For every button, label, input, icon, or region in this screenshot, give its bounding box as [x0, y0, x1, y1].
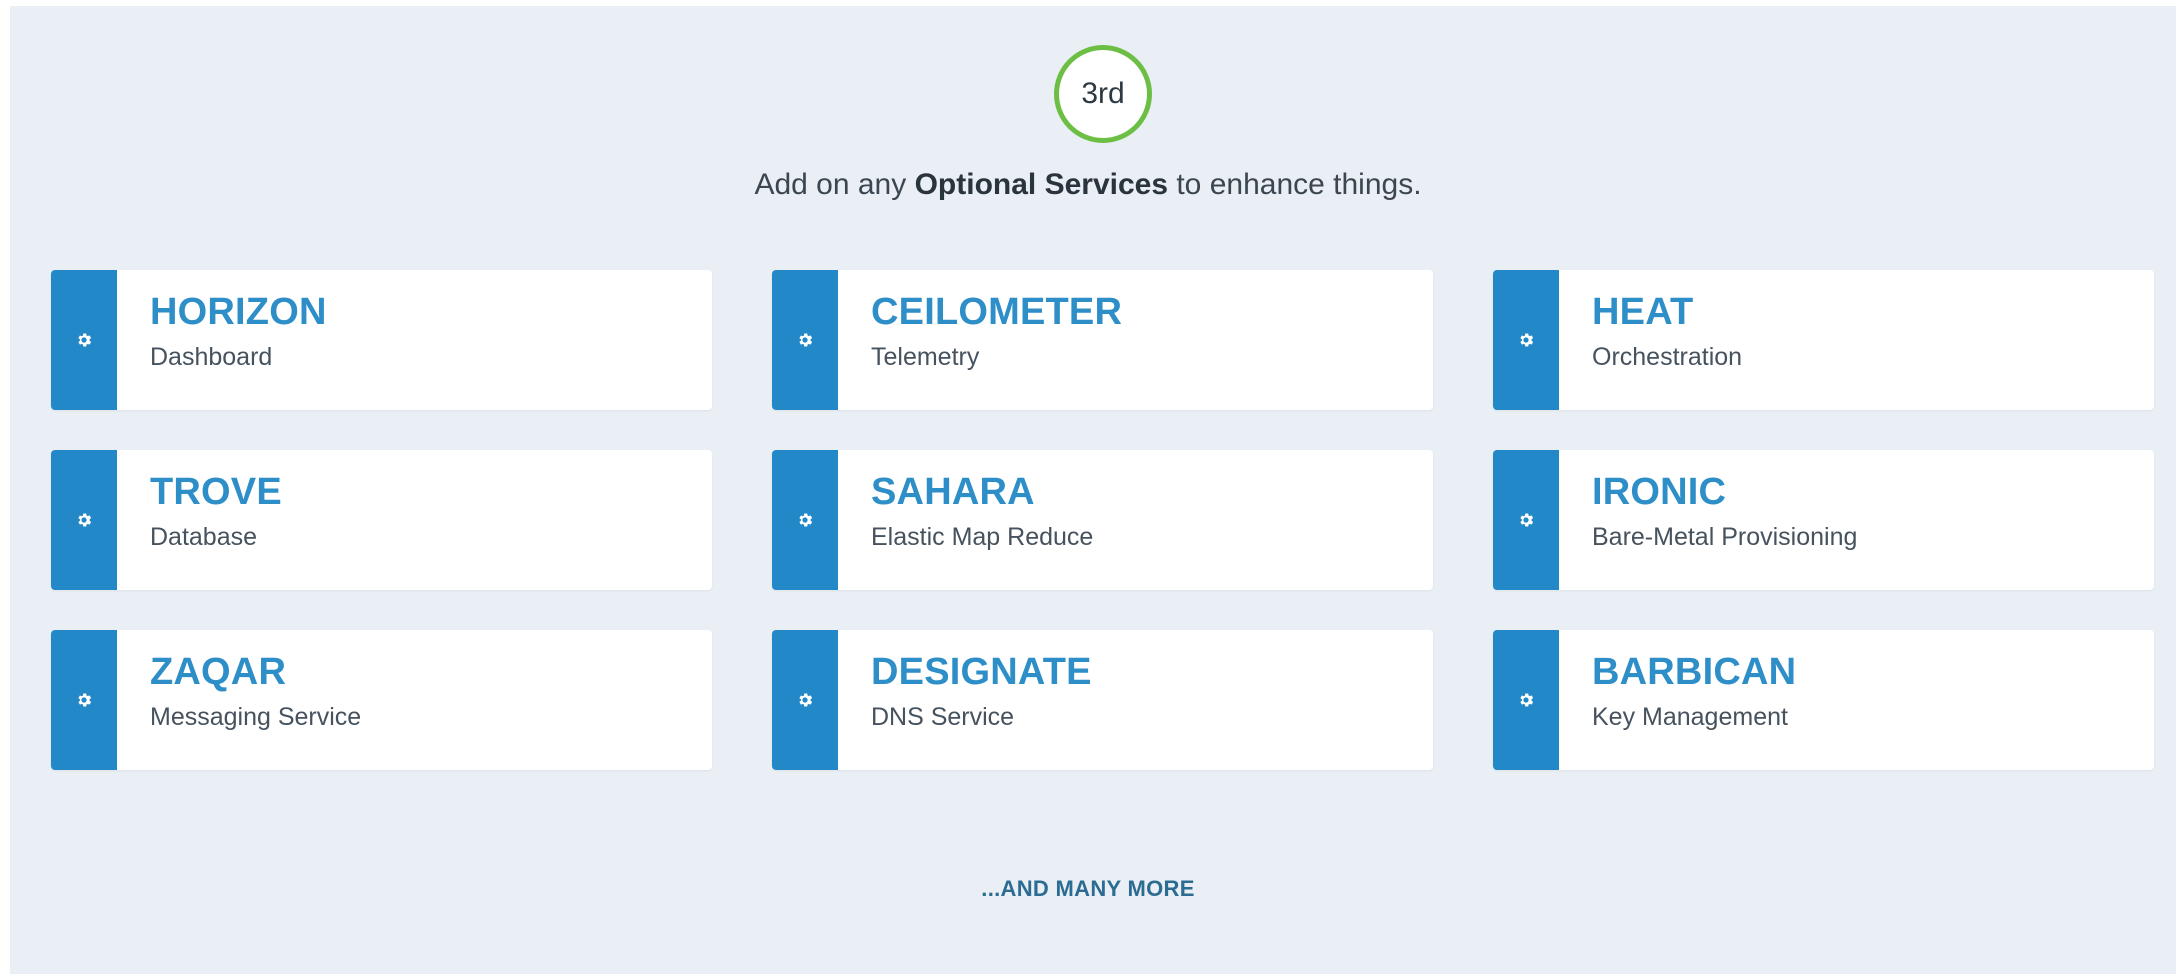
step-badge-label: 3rd [1081, 77, 1125, 110]
card-icon-bar [51, 450, 117, 590]
service-description: Elastic Map Reduce [871, 523, 1094, 551]
service-card-barbican[interactable]: BARBICAN Key Management [1493, 630, 2154, 770]
service-description: Database [150, 523, 258, 551]
card-icon-bar [772, 270, 838, 410]
service-name: SAHARA [871, 471, 1035, 513]
intro-prefix: Add on any [754, 168, 915, 201]
service-card-designate[interactable]: DESIGNATE DNS Service [772, 630, 1433, 770]
services-grid: HORIZON Dashboard CEILOMETER Telemetry H… [51, 270, 2165, 770]
gear-icon [796, 511, 814, 529]
gear-icon [75, 691, 93, 709]
service-name: ZAQAR [150, 651, 287, 693]
service-card-ironic[interactable]: IRONIC Bare-Metal Provisioning [1493, 450, 2154, 590]
card-body: SAHARA Elastic Map Reduce [838, 450, 1093, 590]
service-card-horizon[interactable]: HORIZON Dashboard [51, 270, 712, 410]
service-description: DNS Service [871, 703, 1015, 731]
service-name: BARBICAN [1592, 651, 1797, 693]
intro-text: Add on any Optional Services to enhance … [0, 168, 2176, 202]
gear-icon [75, 511, 93, 529]
step-badge: 3rd [1054, 45, 1152, 143]
card-icon-bar [1493, 270, 1559, 410]
card-icon-bar [51, 270, 117, 410]
service-name: CEILOMETER [871, 291, 1123, 333]
card-body: ZAQAR Messaging Service [117, 630, 361, 770]
gear-icon [796, 331, 814, 349]
gear-icon [1517, 691, 1535, 709]
gear-icon [75, 331, 93, 349]
card-body: CEILOMETER Telemetry [838, 270, 1122, 410]
service-name: TROVE [150, 471, 282, 513]
service-description: Bare-Metal Provisioning [1592, 523, 1858, 551]
intro-suffix: to enhance things. [1168, 168, 1422, 201]
service-description: Orchestration [1592, 343, 1743, 371]
service-description: Messaging Service [150, 703, 362, 731]
service-name: HEAT [1592, 291, 1694, 333]
gear-icon [1517, 511, 1535, 529]
card-icon-bar [51, 630, 117, 770]
card-body: BARBICAN Key Management [1559, 630, 1796, 770]
service-card-trove[interactable]: TROVE Database [51, 450, 712, 590]
service-card-heat[interactable]: HEAT Orchestration [1493, 270, 2154, 410]
card-icon-bar [1493, 630, 1559, 770]
gear-icon [1517, 331, 1535, 349]
gear-icon [796, 691, 814, 709]
service-description: Key Management [1592, 703, 1788, 731]
card-body: HORIZON Dashboard [117, 270, 327, 410]
service-name: HORIZON [150, 291, 327, 333]
intro-emphasis: Optional Services [914, 168, 1169, 201]
service-description: Dashboard [150, 343, 273, 371]
service-card-sahara[interactable]: SAHARA Elastic Map Reduce [772, 450, 1433, 590]
card-body: IRONIC Bare-Metal Provisioning [1559, 450, 1857, 590]
and-many-more-row: ...AND MANY MORE [0, 876, 2176, 902]
card-body: HEAT Orchestration [1559, 270, 1742, 410]
service-card-zaqar[interactable]: ZAQAR Messaging Service [51, 630, 712, 770]
service-name: IRONIC [1592, 471, 1727, 513]
card-icon-bar [1493, 450, 1559, 590]
service-description: Telemetry [871, 343, 980, 371]
card-icon-bar [772, 630, 838, 770]
card-body: TROVE Database [117, 450, 282, 590]
card-icon-bar [772, 450, 838, 590]
card-body: DESIGNATE DNS Service [838, 630, 1092, 770]
service-name: DESIGNATE [871, 651, 1092, 693]
and-many-more-link[interactable]: ...AND MANY MORE [981, 876, 1194, 901]
service-card-ceilometer[interactable]: CEILOMETER Telemetry [772, 270, 1433, 410]
